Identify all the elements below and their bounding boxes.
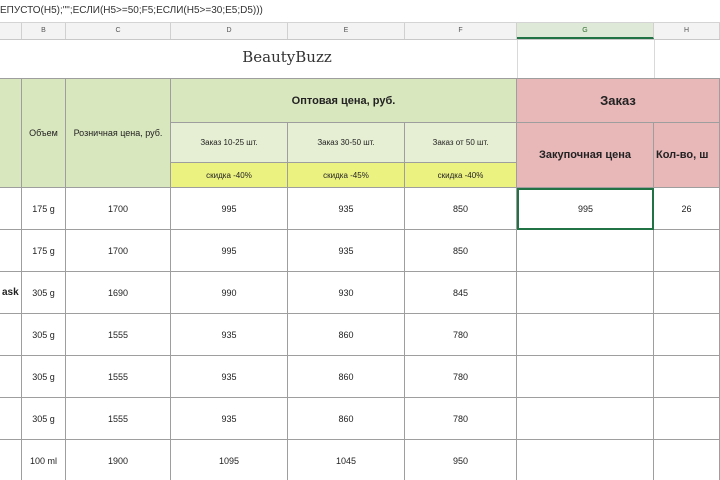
- cell-purchase[interactable]: [517, 314, 654, 356]
- cell-name[interactable]: [0, 356, 22, 398]
- cell-purchase[interactable]: [517, 230, 654, 272]
- column-header-e[interactable]: E: [288, 23, 405, 39]
- header-volume-label: Объем: [29, 128, 58, 138]
- cell-purchase[interactable]: [517, 272, 654, 314]
- cell-purchase[interactable]: 995: [517, 188, 654, 230]
- cell-retail[interactable]: 1900: [66, 440, 171, 480]
- column-header-d[interactable]: D: [171, 23, 288, 39]
- cell-p3[interactable]: 780: [405, 398, 517, 440]
- cell-qty[interactable]: [654, 356, 720, 398]
- header-quantity-label: Кол-во, ш: [656, 149, 709, 161]
- cell-qty[interactable]: 26: [654, 188, 720, 230]
- cell-p1[interactable]: 935: [171, 356, 288, 398]
- header-quantity[interactable]: Кол-во, ш: [654, 123, 720, 188]
- cell-retail[interactable]: 1690: [66, 272, 171, 314]
- tier-2-label[interactable]: Заказ 30-50 шт.: [288, 123, 405, 163]
- cell-p2[interactable]: 930: [288, 272, 405, 314]
- column-header-b[interactable]: B: [22, 23, 66, 39]
- cell-purchase[interactable]: [517, 398, 654, 440]
- cell-name[interactable]: [0, 188, 22, 230]
- cell-p2[interactable]: 1045: [288, 440, 405, 480]
- cell-qty[interactable]: [654, 440, 720, 480]
- tier-1-label[interactable]: Заказ 10-25 шт.: [171, 123, 288, 163]
- cell-volume[interactable]: 305 g: [22, 356, 66, 398]
- header-wholesale-price[interactable]: Оптовая цена, руб.: [171, 78, 517, 123]
- cell-volume[interactable]: 175 g: [22, 188, 66, 230]
- column-header-a[interactable]: [0, 23, 22, 39]
- cell-p2[interactable]: 860: [288, 398, 405, 440]
- column-header-c[interactable]: C: [66, 23, 171, 39]
- formula-bar[interactable]: ЕПУСТО(H5);"";ЕСЛИ(H5>=50;F5;ЕСЛИ(H5>=30…: [0, 0, 720, 23]
- formula-text: ЕПУСТО(H5);"";ЕСЛИ(H5>=50;F5;ЕСЛИ(H5>=30…: [0, 5, 263, 16]
- tier-1-discount[interactable]: скидка -40%: [171, 163, 288, 188]
- cell-retail[interactable]: 1555: [66, 398, 171, 440]
- cell-p3[interactable]: 850: [405, 230, 517, 272]
- cell-p2[interactable]: 860: [288, 356, 405, 398]
- brand-logo-text: BeautyBuzz: [242, 48, 332, 66]
- cell-p2[interactable]: 935: [288, 230, 405, 272]
- cell-p3[interactable]: 845: [405, 272, 517, 314]
- column-header-h[interactable]: H: [654, 23, 720, 39]
- column-header-g[interactable]: G: [517, 23, 654, 39]
- cell-name[interactable]: [0, 398, 22, 440]
- header-retail-price-label: Розничная цена, руб.: [73, 128, 163, 138]
- cell-volume[interactable]: 100 ml: [22, 440, 66, 480]
- cell-p1[interactable]: 995: [171, 188, 288, 230]
- tier-3-discount[interactable]: скидка -40%: [405, 163, 517, 188]
- tier-2-discount[interactable]: скидка -45%: [288, 163, 405, 188]
- cell-volume[interactable]: 305 g: [22, 398, 66, 440]
- cell-p3[interactable]: 780: [405, 356, 517, 398]
- cell-p1[interactable]: 995: [171, 230, 288, 272]
- tier-3-label[interactable]: Заказ от 50 шт.: [405, 123, 517, 163]
- header-wholesale-price-label: Оптовая цена, руб.: [291, 94, 396, 107]
- cell-p1[interactable]: 935: [171, 398, 288, 440]
- header-order-label: Заказ: [600, 93, 636, 108]
- tier-2-label-text: Заказ 30-50 шт.: [317, 138, 375, 147]
- cell-p1[interactable]: 1095: [171, 440, 288, 480]
- cell-volume[interactable]: 305 g: [22, 272, 66, 314]
- cell-p3[interactable]: 780: [405, 314, 517, 356]
- cell-retail[interactable]: 1555: [66, 356, 171, 398]
- cell-p1[interactable]: 990: [171, 272, 288, 314]
- header-order[interactable]: Заказ: [517, 78, 720, 123]
- cell-volume[interactable]: 305 g: [22, 314, 66, 356]
- header-purchase-price[interactable]: Закупочная цена: [517, 123, 654, 188]
- cell-p2[interactable]: 935: [288, 188, 405, 230]
- tier-1-label-text: Заказ 10-25 шт.: [200, 138, 258, 147]
- cell-p3[interactable]: 850: [405, 188, 517, 230]
- cell-name[interactable]: [0, 314, 22, 356]
- cell-purchase[interactable]: [517, 440, 654, 480]
- column-header-f[interactable]: F: [405, 23, 517, 39]
- cell-purchase[interactable]: [517, 356, 654, 398]
- cell-volume[interactable]: 175 g: [22, 230, 66, 272]
- header-retail-price[interactable]: Розничная цена, руб.: [66, 78, 171, 188]
- tier-3-label-text: Заказ от 50 шт.: [432, 138, 489, 147]
- spreadsheet-grid[interactable]: BeautyBuzz Объем Розничная цена, руб. Оп…: [0, 40, 720, 480]
- cell-retail[interactable]: 1700: [66, 188, 171, 230]
- column-headers: B C D E F G H: [0, 23, 720, 40]
- header-purchase-price-label: Закупочная цена: [539, 149, 631, 161]
- cell-retail[interactable]: 1700: [66, 230, 171, 272]
- cell-name[interactable]: [0, 440, 22, 480]
- cell-name[interactable]: [0, 230, 22, 272]
- cell-qty[interactable]: [654, 314, 720, 356]
- cell-retail[interactable]: 1555: [66, 314, 171, 356]
- cell-qty[interactable]: [654, 272, 720, 314]
- header-name-cell[interactable]: [0, 78, 22, 188]
- cell-p3[interactable]: 950: [405, 440, 517, 480]
- cell-p2[interactable]: 860: [288, 314, 405, 356]
- tier-1-discount-text: скидка -40%: [206, 170, 252, 180]
- cell-p1[interactable]: 935: [171, 314, 288, 356]
- cell-qty[interactable]: [654, 230, 720, 272]
- tier-3-discount-text: скидка -40%: [437, 170, 484, 180]
- tier-2-discount-text: скидка -45%: [323, 170, 369, 180]
- header-volume[interactable]: Объем: [22, 78, 66, 188]
- cell-name[interactable]: ask: [0, 272, 22, 314]
- cell-qty[interactable]: [654, 398, 720, 440]
